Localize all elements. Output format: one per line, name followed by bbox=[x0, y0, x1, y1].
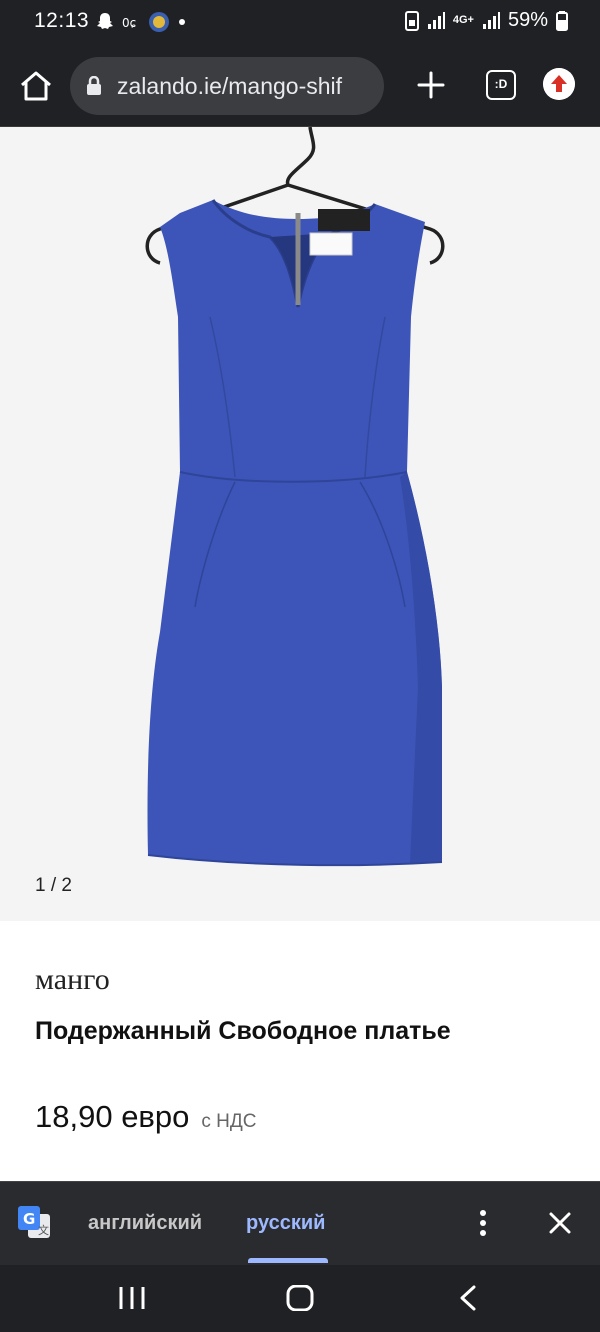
svg-text:文: 文 bbox=[38, 1223, 49, 1237]
network-type: 4G+ bbox=[452, 14, 474, 26]
page-content: 1 / 2 манго Подержанный Свободное платье… bbox=[0, 127, 600, 1181]
gallery-counter: 1 / 2 bbox=[35, 875, 72, 896]
status-right: 4G+ 59% bbox=[404, 9, 568, 32]
svg-text:0ɕ: 0ɕ bbox=[122, 16, 136, 30]
more-options-icon[interactable] bbox=[474, 1208, 492, 1238]
product-gallery[interactable]: 1 / 2 bbox=[0, 127, 600, 921]
browser-toolbar: zalando.ie/mango-shif :D bbox=[0, 46, 600, 127]
system-nav-bar bbox=[0, 1265, 600, 1332]
nav-home-icon[interactable] bbox=[285, 1285, 315, 1311]
dress-image bbox=[145, 127, 445, 867]
home-icon[interactable] bbox=[18, 68, 54, 104]
product-title: Подержанный Свободное платье bbox=[35, 1017, 451, 1045]
source-language-tab[interactable]: английский bbox=[88, 1212, 202, 1235]
status-bar: 12:13 0ɕ 4G+ 59% bbox=[0, 0, 600, 46]
vat-note: с НДС bbox=[201, 1111, 257, 1132]
signal-icon-2 bbox=[482, 11, 500, 29]
new-tab-icon[interactable] bbox=[414, 68, 448, 102]
tab-switcher-button[interactable]: :D bbox=[486, 70, 516, 100]
product-brand[interactable]: манго bbox=[35, 963, 110, 997]
snapchat-icon bbox=[97, 13, 113, 29]
notification-icons: 0ɕ bbox=[96, 11, 186, 33]
translate-bar: G 文 английский русский bbox=[0, 1181, 600, 1265]
battery-icon bbox=[556, 10, 568, 31]
google-translate-icon: G 文 bbox=[18, 1206, 50, 1238]
target-language-tab[interactable]: русский bbox=[246, 1212, 325, 1235]
sim-icon bbox=[404, 10, 419, 31]
price-row: 18,90 евро с НДС bbox=[35, 1099, 256, 1135]
status-time: 12:13 bbox=[34, 9, 90, 32]
recent-apps-icon[interactable] bbox=[118, 1285, 146, 1311]
link-icon: 0ɕ bbox=[122, 16, 136, 30]
dot-icon bbox=[179, 19, 185, 25]
lock-icon bbox=[87, 76, 101, 95]
update-icon[interactable] bbox=[543, 68, 575, 100]
back-icon[interactable] bbox=[458, 1285, 478, 1311]
active-tab-indicator bbox=[248, 1258, 328, 1263]
product-price: 18,90 евро bbox=[35, 1099, 190, 1134]
url-bar[interactable]: zalando.ie/mango-shif bbox=[70, 57, 384, 115]
battery-percent: 59% bbox=[507, 9, 548, 31]
signal-icon bbox=[427, 11, 445, 29]
url-text: zalando.ie/mango-shif bbox=[117, 73, 343, 99]
svg-text:G: G bbox=[23, 1210, 35, 1228]
close-icon[interactable] bbox=[545, 1208, 575, 1238]
app-badge-icon bbox=[149, 12, 169, 32]
